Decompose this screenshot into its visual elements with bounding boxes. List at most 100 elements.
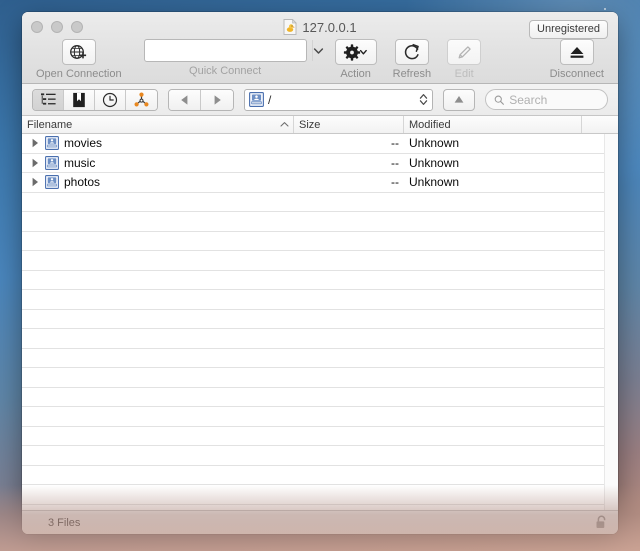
triangle-right-icon (31, 138, 39, 148)
server-volume-icon (45, 156, 59, 170)
toolbar-item-open-connection[interactable]: Open Connection (36, 39, 122, 80)
file-name-cell[interactable]: movies (22, 136, 294, 150)
table-row-empty (22, 407, 618, 427)
view-mode-segmented-control (32, 89, 158, 111)
column-header-filename-label: Filename (27, 119, 72, 131)
history-view-button[interactable] (95, 90, 126, 110)
file-size-cell: -- (294, 156, 404, 170)
forward-button[interactable] (201, 90, 233, 110)
triangle-up-icon (453, 94, 465, 105)
column-header-modified[interactable]: Modified (404, 116, 582, 133)
path-value: / (268, 93, 414, 107)
refresh-label: Refresh (393, 68, 432, 80)
quick-connect-dropdown-button[interactable] (312, 40, 324, 61)
table-row-empty (22, 212, 618, 232)
column-header-size[interactable]: Size (294, 116, 404, 133)
file-count-label: 3 Files (48, 517, 80, 529)
triangle-right-icon (212, 94, 223, 106)
back-button[interactable] (169, 90, 201, 110)
list-outline-icon (40, 92, 57, 107)
table-row-empty (22, 193, 618, 213)
refresh-circular-arrow-icon (403, 43, 421, 62)
file-modified-cell: Unknown (404, 156, 582, 170)
quick-connect-input[interactable] (145, 40, 312, 61)
toolbar-item-edit[interactable]: Edit (447, 39, 481, 80)
file-name-label: movies (64, 136, 102, 150)
window-title: 127.0.0.1 (302, 20, 356, 35)
disclosure-triangle[interactable] (30, 138, 40, 148)
toolbar-item-refresh[interactable]: Refresh (393, 39, 432, 80)
parent-folder-button[interactable] (443, 89, 475, 111)
edit-label: Edit (455, 68, 474, 80)
main-toolbar: Open Connection Quick Connect (22, 39, 618, 84)
server-volume-icon (45, 175, 59, 189)
server-volume-icon (45, 136, 59, 150)
edit-button[interactable] (447, 39, 481, 65)
file-size-cell: -- (294, 175, 404, 189)
updown-stepper-icon (419, 92, 428, 107)
table-row-empty (22, 427, 618, 447)
bookmarks-view-button[interactable] (64, 90, 95, 110)
maximize-button[interactable] (71, 21, 83, 33)
table-row-empty (22, 232, 618, 252)
path-stepper-button[interactable] (414, 92, 432, 107)
toolbar-item-action[interactable]: Action (335, 39, 377, 80)
search-input[interactable] (509, 93, 599, 107)
bonjour-view-button[interactable] (126, 90, 157, 110)
file-name-cell[interactable]: photos (22, 175, 294, 189)
toolbar-item-disconnect[interactable]: Disconnect (550, 39, 604, 80)
disconnect-label: Disconnect (550, 68, 604, 80)
file-list[interactable]: movies--Unknown music--Unknown photos--U… (22, 134, 618, 510)
status-badge[interactable]: Unregistered (529, 20, 608, 39)
table-row-empty (22, 485, 618, 505)
path-combobox[interactable]: / (244, 89, 433, 111)
table-row-empty (22, 446, 618, 466)
vertical-scrollbar[interactable] (604, 134, 618, 510)
table-header: Filename Size Modified (22, 116, 618, 134)
table-row-empty (22, 251, 618, 271)
file-name-cell[interactable]: music (22, 156, 294, 170)
triangle-right-icon (31, 158, 39, 168)
navigation-bar: / (22, 84, 618, 116)
bookmark-icon (72, 92, 86, 108)
globe-plus-icon (69, 43, 89, 61)
table-row-empty (22, 290, 618, 310)
disclosure-triangle[interactable] (30, 177, 40, 187)
duck-document-icon (283, 19, 297, 35)
table-row-empty (22, 505, 618, 511)
chevron-down-icon (313, 47, 324, 55)
refresh-button[interactable] (395, 39, 429, 65)
disclosure-triangle[interactable] (30, 158, 40, 168)
file-browser: Filename Size Modified movies--Unknow (22, 116, 618, 510)
minimize-button[interactable] (51, 21, 63, 33)
open-connection-label: Open Connection (36, 68, 122, 80)
action-button[interactable] (335, 39, 377, 65)
disconnect-button[interactable] (560, 39, 594, 65)
table-row-empty (22, 368, 618, 388)
search-icon (494, 94, 504, 106)
open-connection-button[interactable] (62, 39, 96, 65)
server-volume-icon (249, 92, 264, 107)
file-name-label: music (64, 156, 95, 170)
history-navigation-control (168, 89, 234, 111)
column-header-spacer (582, 116, 618, 133)
table-row[interactable]: movies --Unknown (22, 134, 618, 154)
column-header-filename[interactable]: Filename (22, 116, 294, 133)
column-header-size-label: Size (299, 119, 320, 131)
file-size-cell: -- (294, 136, 404, 150)
file-name-label: photos (64, 175, 100, 189)
file-modified-cell: Unknown (404, 175, 582, 189)
cyberduck-browser-window: 127.0.0.1 Unregistered (22, 12, 618, 534)
table-row-empty (22, 349, 618, 369)
table-row-empty (22, 329, 618, 349)
table-row[interactable]: music --Unknown (22, 154, 618, 174)
browser-view-button[interactable] (33, 90, 64, 110)
file-modified-cell: Unknown (404, 136, 582, 150)
quick-connect-combobox[interactable] (144, 39, 307, 62)
gear-chevron-icon (343, 44, 369, 61)
close-button[interactable] (31, 21, 43, 33)
table-row[interactable]: photos --Unknown (22, 173, 618, 193)
search-field[interactable] (485, 89, 608, 110)
table-row-empty (22, 310, 618, 330)
padlock-open-icon[interactable] (595, 515, 608, 530)
